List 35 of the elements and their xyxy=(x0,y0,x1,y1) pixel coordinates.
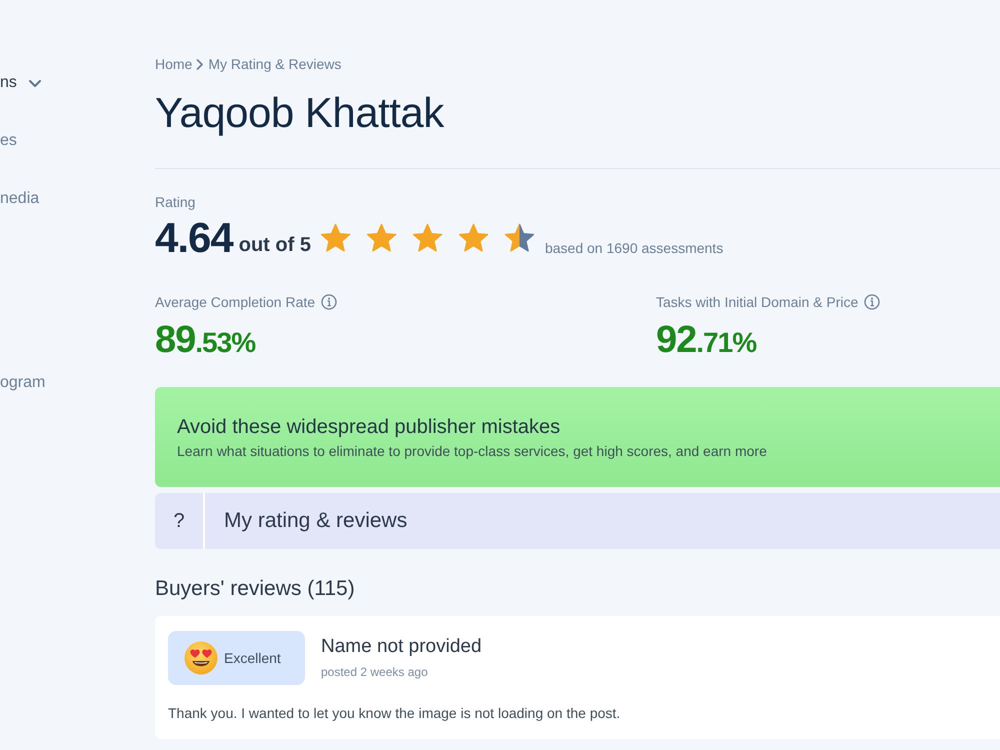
star-icon xyxy=(366,223,397,253)
sidebar-item[interactable]: nedia xyxy=(0,188,40,210)
breadcrumb-link[interactable]: My Rating & Reviews xyxy=(208,54,342,74)
metric-value: 89.53% xyxy=(155,320,256,360)
help-bar-label: My rating & reviews xyxy=(223,508,408,534)
rating-score: 4.64 xyxy=(155,214,233,262)
sidebar-item[interactable]: es xyxy=(0,130,17,152)
page-title: Yaqoob Khattak xyxy=(155,88,446,138)
rating-label: Rating xyxy=(155,193,196,212)
star-icon xyxy=(458,223,489,253)
promo-banner[interactable]: Avoid these widespread publisher mistakes Learn what situations to eliminate to provide top-class services, get high scores, and earn more xyxy=(155,387,1000,487)
chevron-down-icon xyxy=(28,78,42,88)
badge-label: Excellent xyxy=(224,649,281,668)
review-text: Thank you. I wanted to let you know the image is not loading on the post. xyxy=(168,704,622,723)
banner-subtitle: Learn what situations to eliminate to provide top-class services, get high scores, and earn more xyxy=(177,442,768,460)
star-icon xyxy=(412,223,443,253)
review-date: posted 2 weeks ago xyxy=(321,664,429,680)
info-icon xyxy=(864,294,880,310)
metric-label: Average Completion Rate xyxy=(155,293,316,312)
star-icon xyxy=(320,223,351,253)
rating-scale: out of 5 xyxy=(238,233,311,257)
reviewer-name: Name not provided xyxy=(321,635,482,659)
heart-eyes-emoji-icon xyxy=(184,641,218,675)
banner-title: Avoid these widespread publisher mistakes xyxy=(177,414,562,440)
sidebar-item[interactable]: ogram xyxy=(0,372,46,394)
breadcrumb-link[interactable]: Home xyxy=(155,54,192,74)
metric-label: Tasks with Initial Domain & Price xyxy=(656,293,858,312)
sidebar-dropdown[interactable]: ns xyxy=(0,72,42,94)
rating-basis: based on 1690 assessments xyxy=(544,239,724,258)
star-icon xyxy=(504,223,535,253)
chevron-right-icon xyxy=(196,58,204,70)
help-bar[interactable]: ? My rating & reviews xyxy=(155,493,1000,549)
metric-value: 92.71% xyxy=(656,320,758,360)
reviews-heading: Buyers' reviews (115) xyxy=(155,576,356,602)
info-icon xyxy=(321,294,338,310)
